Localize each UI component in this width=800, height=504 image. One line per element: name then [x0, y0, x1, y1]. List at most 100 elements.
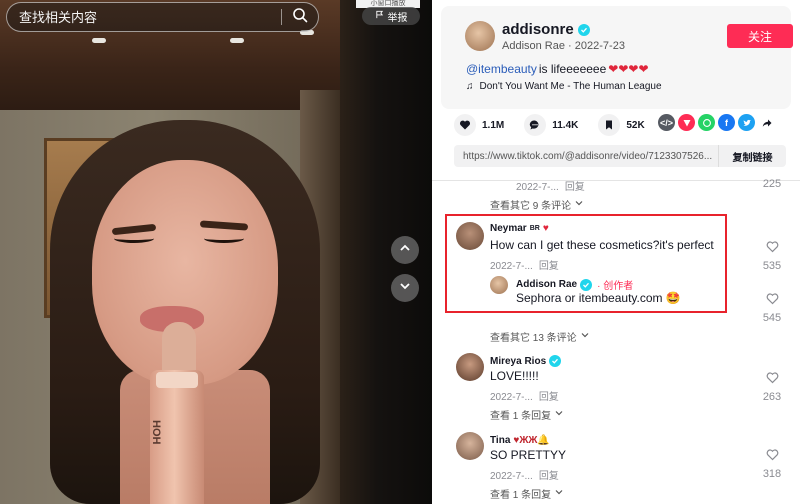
reply-username[interactable]: Addison Rae · 创作者 [516, 277, 633, 292]
comment-count: 11.4K [552, 119, 579, 131]
like-stat[interactable]: 1.1M [454, 114, 504, 136]
view-replies-label: 查看 1 条回复 [490, 490, 552, 501]
comment-username-text: Tina [490, 435, 511, 446]
reply-avatar[interactable] [490, 276, 508, 294]
comment-avatar[interactable] [456, 222, 484, 250]
author-username-text: addisonre [502, 21, 574, 38]
twitter-icon[interactable] [738, 114, 755, 131]
share-arrow-icon[interactable] [758, 114, 775, 131]
chevron-down-icon [555, 409, 563, 420]
verified-icon [549, 355, 562, 367]
view-more-comments[interactable]: 查看其它 9 条评论 [490, 197, 583, 212]
comments-panel: addisonre Addison Rae · 2022-7-23 关注 @it… [432, 0, 800, 504]
post-caption: @itembeauty is lifeeeeeee ❤❤❤❤ [466, 62, 649, 76]
view-more-label: 查看其它 9 条评论 [490, 201, 572, 212]
embed-icon[interactable]: </> [658, 114, 675, 131]
save-stat[interactable]: 52K [598, 114, 645, 136]
caption-text: is lifeeeeeee [538, 62, 607, 76]
comment-date: 2022-7-... [516, 182, 559, 193]
copy-link-button[interactable]: 复制链接 [718, 145, 786, 167]
comment-icon [524, 114, 547, 136]
heart-emoji: ♥ [542, 223, 549, 234]
author-username[interactable]: addisonre [502, 21, 590, 38]
comment-avatar[interactable] [456, 353, 484, 381]
comment-username[interactable]: Tina ♥ЖЖ🔔 [490, 435, 550, 446]
search-input[interactable] [19, 9, 281, 25]
chevron-down-icon [399, 279, 411, 297]
facebook-icon[interactable]: f [718, 114, 735, 131]
view-more-comments[interactable]: 查看其它 13 条评论 [490, 329, 589, 344]
comment-text: SO PRETTYY [490, 448, 567, 462]
caption-mention-link[interactable]: @itembeauty [466, 62, 537, 76]
product-label: HOH [150, 420, 162, 445]
reply-button[interactable]: 回复 [565, 182, 585, 193]
music-note-icon: ♫ [466, 81, 474, 92]
comment-stat[interactable]: 11.4K [524, 114, 578, 136]
comment-date: 2022-7-... [490, 471, 533, 482]
music-info[interactable]: ♫ Don't You Want Me - The Human League [466, 81, 662, 92]
video-player[interactable]: HOH 小窗口播放 举报 [0, 0, 432, 504]
person-eye [204, 234, 244, 243]
view-replies[interactable]: 查看 1 条回复 [490, 486, 563, 501]
comment-like[interactable]: 263 [757, 371, 787, 403]
share-link-text[interactable]: https://www.tiktok.com/@addisonre/video/… [454, 151, 718, 162]
reply-button[interactable]: 回复 [539, 471, 559, 482]
chevron-down-icon [575, 199, 583, 210]
search-bar[interactable] [6, 2, 319, 32]
verified-icon [577, 23, 590, 36]
comment-username-text: Mireya Rios [490, 355, 547, 367]
save-count: 52K [626, 119, 645, 131]
heart-outline-icon [766, 240, 779, 256]
post-date: 2022-7-23 [574, 40, 625, 52]
chevron-down-icon [555, 488, 563, 499]
view-replies[interactable]: 查看 1 条回复 [490, 407, 563, 422]
chevron-up-icon [399, 241, 411, 259]
whatsapp-icon[interactable] [698, 114, 715, 131]
comment-avatar[interactable] [456, 432, 484, 460]
heart-outline-icon [766, 292, 779, 308]
comment-meta: 2022-7-... 回复 [490, 388, 559, 403]
heart-outline-icon [766, 448, 779, 464]
broken-heart-emoji: ❤❤❤❤ [608, 62, 649, 76]
previous-video-button[interactable] [391, 236, 419, 264]
author-card: addisonre Addison Rae · 2022-7-23 关注 @it… [441, 6, 793, 109]
comment-like[interactable]: 318 [757, 448, 787, 480]
section-divider [432, 180, 800, 181]
comment-username[interactable]: Neymar BR ♥ [490, 223, 549, 234]
next-video-button[interactable] [391, 274, 419, 302]
report-button[interactable]: 举报 [362, 7, 420, 25]
comment-like-count: 225 [762, 178, 782, 190]
author-avatar[interactable] [465, 21, 495, 51]
flag-icon [375, 10, 384, 22]
reply-button[interactable]: 回复 [539, 261, 559, 272]
comment-date: 2022-7-... [490, 392, 533, 403]
comment-text: How can I get these cosmetics?it's perfe… [490, 238, 714, 252]
comment-meta: 2022-7-... 回复 [516, 178, 585, 193]
search-icon[interactable] [292, 7, 308, 28]
comment-like-count: 263 [762, 391, 782, 403]
comment-meta: 2022-7-... 回复 [490, 467, 559, 482]
comment-like-count: 318 [762, 468, 782, 480]
reply-like[interactable]: 545 [757, 292, 787, 324]
verified-icon [580, 278, 593, 291]
bookmark-icon [598, 114, 621, 136]
ceiling-lamp [230, 38, 244, 43]
comment-like-count: 535 [762, 260, 782, 272]
share-link-row: https://www.tiktok.com/@addisonre/video/… [454, 145, 786, 167]
follow-button[interactable]: 关注 [727, 24, 793, 48]
product-tube-cap [156, 372, 198, 388]
view-replies-label: 查看 1 条回复 [490, 411, 552, 422]
reply-button[interactable]: 回复 [539, 392, 559, 403]
app-root: HOH 小窗口播放 举报 [0, 0, 800, 504]
comment-like[interactable]: 535 [757, 240, 787, 272]
reply-like-count: 545 [762, 312, 782, 324]
comment-username[interactable]: Mireya Rios [490, 355, 562, 367]
comment-username-text: Neymar [490, 223, 527, 234]
send-icon[interactable] [678, 114, 695, 131]
music-title: Don't You Want Me - The Human League [479, 81, 662, 92]
comment-username-suffix: BR [529, 225, 540, 232]
engagement-stats: 1.1M 11.4K 52K [454, 114, 665, 136]
like-count-partial: 225 [757, 178, 787, 190]
creator-badge: · 创作者 [597, 281, 634, 292]
share-buttons: </> f [658, 114, 775, 131]
